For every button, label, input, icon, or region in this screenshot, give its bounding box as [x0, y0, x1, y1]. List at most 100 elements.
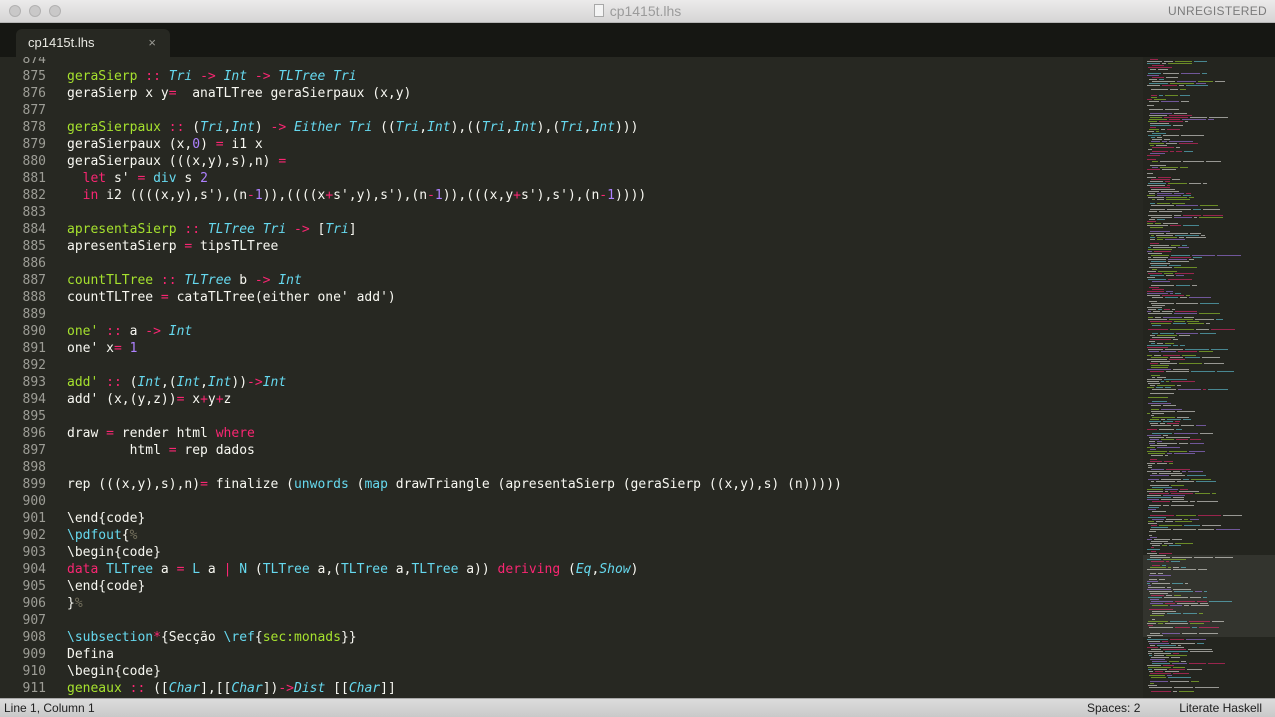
minimap-line	[1176, 205, 1198, 206]
minimap-line	[1147, 355, 1152, 356]
code-line[interactable]: \subsection*{Secção \ref{sec:monads}}	[67, 629, 357, 646]
minimap-line	[1215, 81, 1225, 82]
code-token: Char	[168, 681, 201, 696]
code-line[interactable]: geraSierp :: Tri -> Int -> TLTree Tri	[67, 68, 357, 85]
code-line[interactable]: \pdfout{%	[67, 527, 137, 544]
minimap-line	[1151, 261, 1166, 262]
minimap-line	[1163, 73, 1179, 74]
code-token: Int	[427, 120, 451, 135]
minimap-line	[1189, 259, 1194, 260]
minimap-line	[1169, 545, 1181, 546]
minimap-line	[1190, 519, 1199, 520]
minimap-line	[1173, 589, 1191, 590]
code-token: where	[215, 426, 255, 441]
code-token: tipsTLTree	[192, 239, 279, 254]
code-line[interactable]: one' :: a -> Int	[67, 323, 192, 340]
minimap[interactable]	[1143, 57, 1275, 698]
code-line[interactable]: geneaux :: ([Char],[[Char])->Dist [[Char…	[67, 680, 396, 697]
code-token: ((	[372, 120, 396, 135]
code-line[interactable]: one' x= 1	[67, 340, 137, 357]
code-line[interactable]: geraSierp x y= anaTLTree geraSierpaux (x…	[67, 85, 411, 102]
code-line[interactable]: draw = render html where	[67, 425, 255, 442]
minimap-line	[1148, 329, 1168, 330]
minimap-line	[1169, 661, 1179, 662]
minimap-line	[1150, 659, 1165, 660]
code-line[interactable]: countTLTree = cataTLTree(either one' add…	[67, 289, 396, 306]
code-line[interactable]: countTLTree :: TLTree b -> Int	[67, 272, 302, 289]
minimap-line	[1182, 355, 1196, 356]
minimap-line	[1148, 653, 1152, 654]
minimap-line	[1155, 671, 1163, 672]
code-line[interactable]: geraSierpaux (x,0) = i1 x	[67, 136, 263, 153]
code-line[interactable]: add' :: (Int,(Int,Int))->Int	[67, 374, 286, 391]
code-line[interactable]: in i2 ((((x,y),s'),(n-1)),((((x+s',y),s'…	[67, 187, 647, 204]
code-line[interactable]: \end{code}	[67, 578, 145, 595]
line-number: 884	[22, 222, 46, 237]
minimap-line	[1208, 663, 1225, 664]
minimap-line	[1175, 273, 1194, 274]
code-line[interactable]: \begin{code}	[67, 663, 161, 680]
code-line[interactable]: rep (((x,y),s),n)= finalize (unwords (ma…	[67, 476, 842, 493]
minimap-line	[1157, 343, 1163, 344]
minimap-line	[1183, 419, 1191, 420]
code-line[interactable]: }%	[67, 595, 83, 612]
minimap-line	[1151, 677, 1166, 678]
minimap-line	[1147, 497, 1171, 498]
minimap-line	[1150, 593, 1168, 594]
minimap-line	[1147, 435, 1161, 436]
minimap-line	[1188, 323, 1204, 324]
tab-close-icon[interactable]: ×	[148, 35, 156, 50]
line-number: 902	[22, 528, 46, 543]
code-line[interactable]: data TLTree a = L a | N (TLTree a,(TLTre…	[67, 561, 638, 578]
minimap-line	[1164, 61, 1173, 62]
minimap-line	[1192, 255, 1215, 256]
minimap-line	[1165, 623, 1188, 624]
minimap-line	[1200, 303, 1219, 304]
code-line[interactable]: geraSierpaux (((x,y),s),n) =	[67, 153, 286, 170]
code-token: Defina	[67, 647, 114, 662]
minimap-line	[1176, 285, 1190, 286]
minimap-line	[1175, 311, 1197, 312]
code-editor[interactable]: 874 875 geraSierp :: Tri -> Int -> TLTree …	[0, 57, 1143, 698]
minimap-line	[1150, 153, 1165, 154]
minimap-line	[1194, 557, 1213, 558]
minimap-line	[1163, 223, 1178, 224]
code-token: one'	[67, 324, 99, 339]
syntax-selector[interactable]: Literate Haskell	[1179, 701, 1262, 715]
line-number: 888	[22, 290, 46, 305]
minimap-line	[1157, 447, 1180, 448]
code-line[interactable]: add' (x,(y,z))= x+y+z	[67, 391, 231, 408]
code-line[interactable]: geraSierpaux :: (Tri,Int) -> Either Tri …	[67, 119, 638, 136]
code-line[interactable]: html = rep dados	[67, 442, 255, 459]
minimap-line	[1151, 455, 1163, 456]
status-bar: Line 1, Column 1 Spaces: 2 Literate Hask…	[0, 698, 1275, 717]
code-line[interactable]: \end{code}	[67, 510, 145, 527]
code-line[interactable]: apresentaSierp :: TLTree Tri -> [Tri]	[67, 221, 357, 238]
minimap-line	[1160, 363, 1177, 364]
minimap-line	[1157, 377, 1166, 378]
minimap-line	[1148, 397, 1168, 398]
minimap-line	[1157, 441, 1162, 442]
minimap-line	[1151, 343, 1155, 344]
indentation-setting[interactable]: Spaces: 2	[1087, 701, 1140, 715]
code-line[interactable]: let s' = div s 2	[67, 170, 208, 187]
minimap-line	[1147, 85, 1160, 86]
minimap-line	[1189, 183, 1201, 184]
code-line[interactable]: \begin{code}	[67, 544, 161, 561]
minimap-line	[1165, 671, 1179, 672]
minimap-line	[1176, 429, 1182, 430]
minimap-line	[1165, 95, 1178, 96]
code-line[interactable]: apresentaSierp = tipsTLTree	[67, 238, 278, 255]
minimap-line	[1161, 101, 1179, 102]
code-line[interactable]: Defina	[67, 646, 114, 663]
minimap-line	[1151, 405, 1161, 406]
line-number: 899	[22, 477, 46, 492]
code-token: map	[364, 477, 388, 492]
code-token: )),(((x,y	[442, 188, 514, 203]
minimap-line	[1176, 439, 1188, 440]
minimap-line	[1170, 329, 1194, 330]
code-token: a,(	[309, 562, 341, 577]
minimap-line	[1168, 261, 1189, 262]
minimap-line	[1157, 195, 1181, 196]
tab-file[interactable]: cp1415t.lhs ×	[16, 29, 170, 57]
